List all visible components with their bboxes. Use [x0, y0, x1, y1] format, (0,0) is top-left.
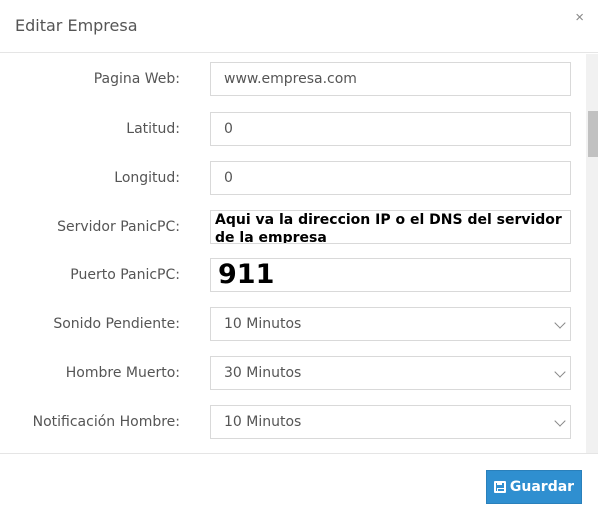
longitud-label: Longitud:	[114, 170, 180, 186]
close-icon[interactable]: ×	[575, 10, 584, 26]
scroll-thumb[interactable]	[588, 111, 598, 157]
notificacion-label: Notificación Hombre:	[32, 414, 180, 430]
floppy-disk-icon	[493, 481, 506, 493]
modal-scrollbar[interactable]	[586, 54, 598, 453]
chevron-down-icon	[554, 415, 566, 427]
form-row-pagina-web: Pagina Web: www.empresa.com	[0, 62, 598, 96]
latitud-input[interactable]: 0	[210, 112, 571, 146]
modal-header: Editar Empresa ×	[0, 0, 598, 53]
pagina-web-input[interactable]: www.empresa.com	[210, 62, 571, 96]
modal-title: Editar Empresa	[15, 16, 138, 35]
form-row-sonido: Sonido Pendiente: 10 Minutos	[0, 307, 598, 341]
chevron-down-icon	[554, 317, 566, 329]
edit-company-modal: Editar Empresa × Pagina Web: www.empresa…	[0, 0, 598, 519]
hombre-muerto-label: Hombre Muerto:	[65, 365, 180, 381]
notificacion-select[interactable]: 10 Minutos	[210, 405, 571, 439]
form-row-puerto: Puerto PanicPC: 911	[0, 258, 598, 292]
sonido-select[interactable]: 10 Minutos	[210, 307, 571, 341]
form-row-latitud: Latitud: 0	[0, 112, 598, 146]
pagina-web-label: Pagina Web:	[93, 71, 180, 87]
puerto-input[interactable]: 911	[210, 258, 571, 292]
save-button-label: Guardar	[509, 479, 575, 495]
form-row-longitud: Longitud: 0	[0, 161, 598, 195]
save-button[interactable]: Guardar	[486, 470, 582, 504]
puerto-label: Puerto PanicPC:	[70, 267, 180, 283]
chevron-down-icon	[554, 366, 566, 378]
hombre-muerto-select[interactable]: 30 Minutos	[210, 356, 571, 390]
form-row-hombre-muerto: Hombre Muerto: 30 Minutos	[0, 356, 598, 390]
servidor-input[interactable]: Aqui va la direccion IP o el DNS del ser…	[210, 210, 571, 244]
form-row-notificacion: Notificación Hombre: 10 Minutos	[0, 405, 598, 439]
sonido-label: Sonido Pendiente:	[53, 316, 180, 332]
longitud-input[interactable]: 0	[210, 161, 571, 195]
hombre-muerto-select-value: 30 Minutos	[224, 365, 302, 381]
modal-footer: Guardar	[0, 453, 598, 519]
latitud-label: Latitud:	[126, 121, 180, 137]
modal-body: Pagina Web: www.empresa.com Latitud: 0 L…	[0, 54, 598, 453]
sonido-select-value: 10 Minutos	[224, 316, 302, 332]
notificacion-select-value: 10 Minutos	[224, 414, 302, 430]
form-row-servidor: Servidor PanicPC: Aqui va la direccion I…	[0, 210, 598, 244]
servidor-label: Servidor PanicPC:	[57, 219, 180, 235]
